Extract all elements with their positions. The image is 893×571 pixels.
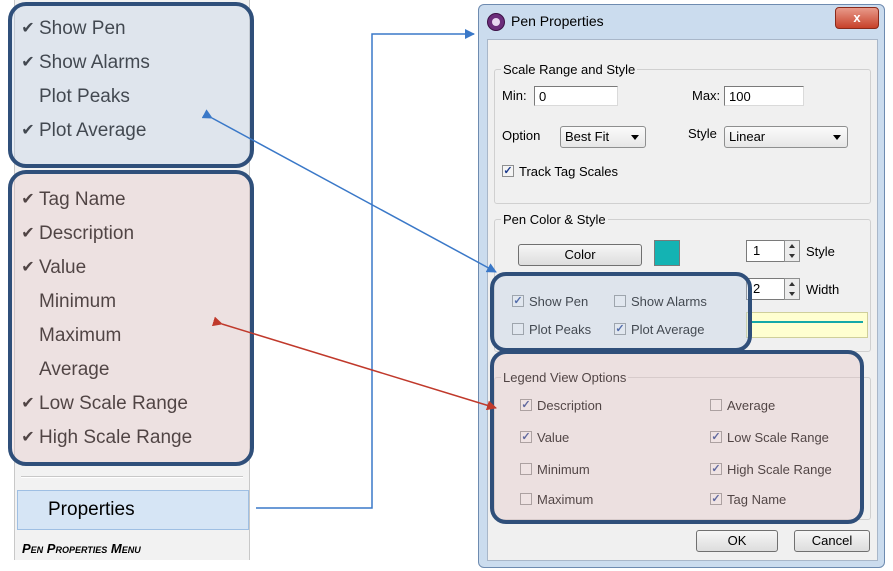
annotation-arrows	[201, 29, 497, 509]
legend-options-link-arrow	[211, 316, 497, 411]
properties-connector-arrow	[256, 29, 475, 509]
pen-options-link-arrow	[201, 109, 497, 273]
